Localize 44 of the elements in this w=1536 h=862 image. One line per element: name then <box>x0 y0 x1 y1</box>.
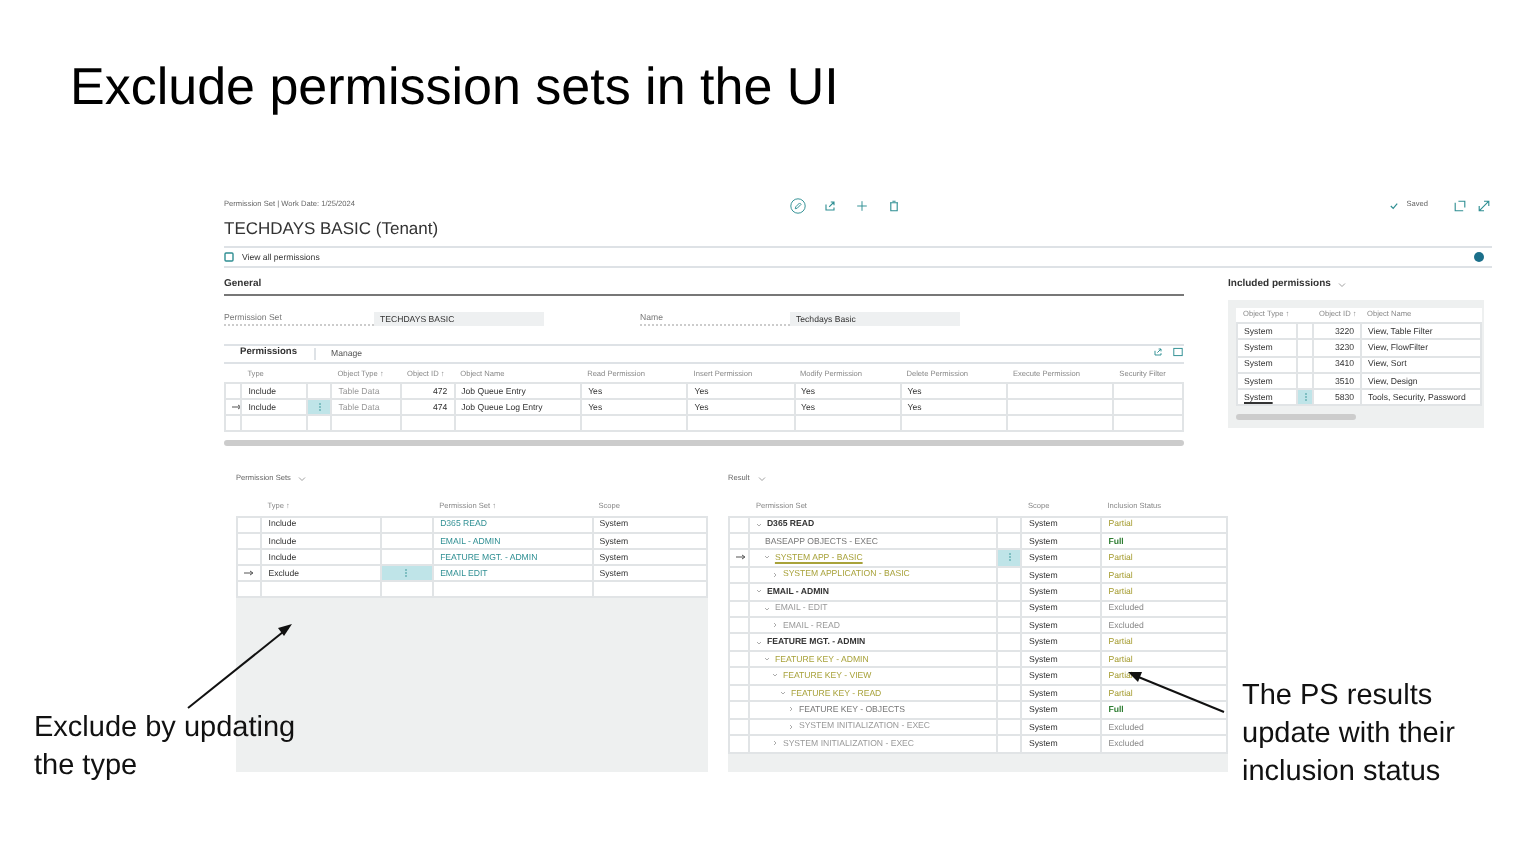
row-selector[interactable] <box>729 633 750 651</box>
add-icon[interactable] <box>854 197 870 213</box>
share-icon[interactable] <box>1152 346 1164 359</box>
callout-text: Exclude by updating the type <box>34 710 298 786</box>
row-selector[interactable] <box>729 600 750 617</box>
expand-icon[interactable] <box>1476 197 1492 213</box>
fullscreen-icon[interactable] <box>1172 346 1184 359</box>
row-selector[interactable] <box>225 382 242 399</box>
delete-icon[interactable] <box>886 197 902 213</box>
row-arrow-icon <box>736 554 746 561</box>
row-arrow-icon <box>232 404 240 411</box>
chevron-down-icon[interactable] <box>1338 281 1347 288</box>
row-selector[interactable] <box>237 532 262 549</box>
row-selector[interactable] <box>237 548 262 566</box>
info-icon[interactable] <box>1474 252 1484 263</box>
row-selector[interactable] <box>729 616 750 634</box>
callout-text: The PS results update with their inclusion status <box>1242 678 1457 792</box>
list-icon <box>224 252 234 263</box>
row-arrow-icon <box>244 570 254 577</box>
row-selector[interactable] <box>729 566 750 584</box>
row-selector[interactable] <box>729 549 750 567</box>
chevron-down-icon[interactable] <box>298 476 307 483</box>
row-selector[interactable] <box>729 650 750 668</box>
popout-icon[interactable] <box>1452 197 1468 213</box>
chevron-down-icon[interactable] <box>757 476 766 483</box>
row-selector[interactable] <box>225 398 242 416</box>
checkmark-icon <box>1390 201 1399 209</box>
row-selector[interactable] <box>237 516 262 533</box>
row-selector[interactable] <box>729 718 750 736</box>
row-selector[interactable] <box>729 532 750 550</box>
row-selector[interactable] <box>729 684 750 702</box>
row-selector[interactable] <box>729 735 750 753</box>
edit-icon[interactable] <box>790 197 806 213</box>
row-selector[interactable] <box>237 565 262 582</box>
record-title: TECHDAYS BASIC (Tenant) <box>224 218 441 239</box>
row-selector[interactable] <box>729 516 750 533</box>
row-selector[interactable] <box>729 667 750 685</box>
row-selector[interactable] <box>729 701 750 719</box>
callout-arrow <box>184 620 296 712</box>
share-icon[interactable] <box>822 197 838 213</box>
scrollbar[interactable] <box>224 440 1184 447</box>
row-selector[interactable] <box>729 583 750 601</box>
slide-title: Exclude permission sets in the UI <box>70 56 839 119</box>
scrollbar[interactable] <box>1236 414 1356 421</box>
